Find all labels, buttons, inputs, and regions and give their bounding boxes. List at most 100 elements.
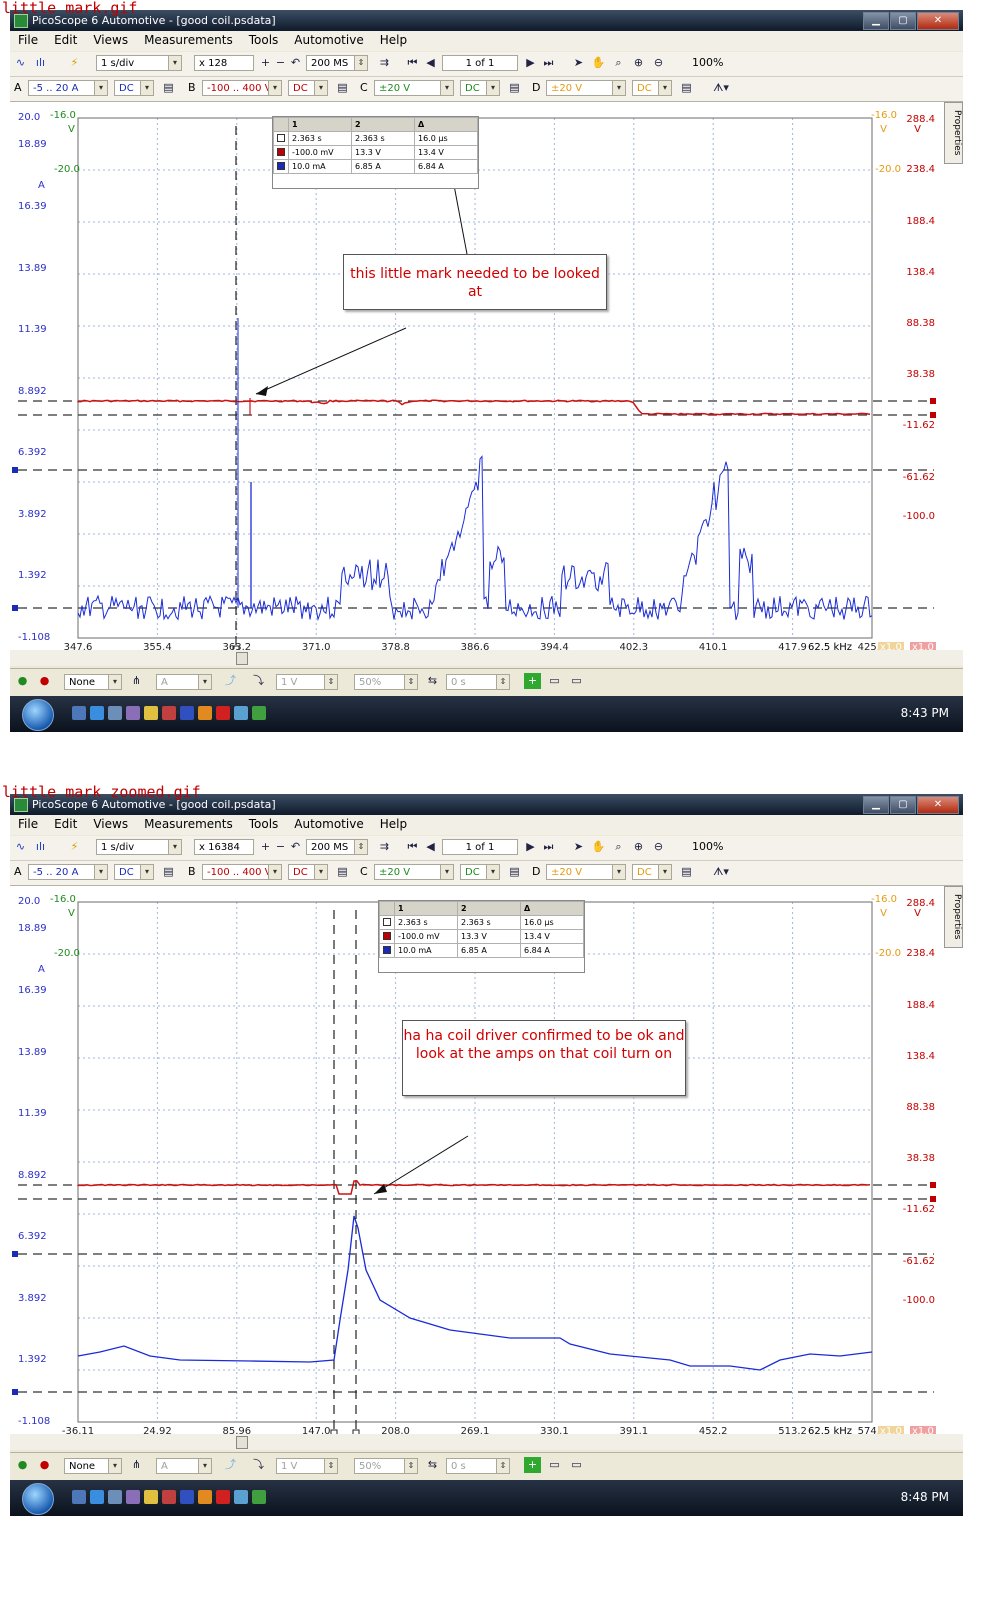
channel-d-options-icon[interactable]: ▤ [678, 864, 695, 880]
stop-icon[interactable]: ● [36, 1457, 53, 1473]
spectrum-mode-icon[interactable]: ılı [32, 55, 49, 71]
undo-zoom-icon[interactable]: ↶ [287, 55, 304, 71]
ie-icon[interactable] [90, 1490, 104, 1504]
zoom-in-icon[interactable]: ⊕ [630, 839, 647, 855]
maximize-button[interactable]: ▢ [890, 12, 916, 30]
start-icon[interactable]: ● [14, 1457, 31, 1473]
channel-a-coupling[interactable]: DC ▾ [114, 80, 154, 96]
zoom-out-icon[interactable]: ⊖ [650, 55, 667, 71]
menu-views[interactable]: Views [85, 815, 136, 835]
channel-b-options-icon[interactable]: ▤ [334, 864, 351, 880]
smiley-icon[interactable] [144, 706, 158, 720]
stop-icon[interactable]: ● [36, 673, 53, 689]
explorer-icon[interactable] [108, 706, 122, 720]
picoscope-icon[interactable] [252, 1490, 266, 1504]
channel-c-options-icon[interactable]: ▤ [506, 80, 523, 96]
scroll-thumb[interactable] [236, 1436, 248, 1449]
channel-a-coupling[interactable]: DC ▾ [114, 864, 154, 880]
trigger-mode-select[interactable]: None ▾ [64, 674, 122, 690]
scope-mode-icon[interactable]: ∿ [12, 55, 29, 71]
channel-c-range[interactable]: ±20 V ▾ [374, 864, 454, 880]
channel-c-range[interactable]: ±20 V ▾ [374, 80, 454, 96]
close-button[interactable]: ✕ [917, 12, 959, 30]
smiley-icon[interactable] [144, 1490, 158, 1504]
start-button[interactable] [22, 1483, 54, 1515]
trigger-level-field[interactable]: 1 V ⇕ [276, 1458, 338, 1474]
buffer-field[interactable]: 1 of 1 [442, 839, 518, 855]
math-channels-icon[interactable]: ᗑ▾ [706, 864, 736, 880]
media-icon[interactable] [126, 706, 140, 720]
menu-file[interactable]: File [10, 815, 46, 835]
app-icon[interactable] [162, 1490, 176, 1504]
channel-d-coupling[interactable]: DC ▾ [632, 80, 672, 96]
rising-edge-icon[interactable]: ⤴ [222, 673, 239, 689]
delay-icon[interactable]: ⇆ [424, 1457, 441, 1473]
menu-edit[interactable]: Edit [46, 815, 85, 835]
last-buffer-icon[interactable]: ⏭ [540, 55, 557, 71]
menu-help[interactable]: Help [372, 31, 415, 51]
undo-zoom-icon[interactable]: ↶ [287, 839, 304, 855]
channel-c-coupling[interactable]: DC ▾ [460, 864, 500, 880]
trigger-level-field[interactable]: 1 V ⇕ [276, 674, 338, 690]
notes-icon[interactable]: ▭ [546, 673, 563, 689]
properties-tab[interactable]: Properties [944, 886, 963, 948]
system-clock[interactable]: 8:43 PM [901, 706, 949, 720]
menu-file[interactable]: File [10, 31, 46, 51]
channel-c-options-icon[interactable]: ▤ [506, 864, 523, 880]
properties-tab[interactable]: Properties [944, 102, 963, 164]
samples-field[interactable]: 200 MS ⇕ [306, 55, 368, 71]
app-icon[interactable] [216, 1490, 230, 1504]
scope-mode-icon[interactable]: ∿ [12, 839, 29, 855]
close-button[interactable]: ✕ [917, 796, 959, 814]
app-icon[interactable] [198, 706, 212, 720]
start-button[interactable] [22, 699, 54, 731]
falling-edge-icon[interactable]: ⤵ [250, 673, 267, 689]
app-icon[interactable] [234, 706, 248, 720]
spectrum-mode-icon[interactable]: ılı [32, 839, 49, 855]
picoscope-icon[interactable] [252, 706, 266, 720]
menu-automotive[interactable]: Automotive [286, 815, 371, 835]
trigger-mode-select[interactable]: None ▾ [64, 1458, 122, 1474]
math-channels-icon[interactable]: ᗑ▾ [706, 80, 736, 96]
falling-edge-icon[interactable]: ⤵ [250, 1457, 267, 1473]
app-icon[interactable] [198, 1490, 212, 1504]
menu-tools[interactable]: Tools [241, 815, 287, 835]
menu-edit[interactable]: Edit [46, 31, 85, 51]
timebase-select[interactable]: 1 s/div ▾ [96, 839, 182, 855]
scope-plot[interactable] [10, 102, 963, 665]
channel-b-range[interactable]: -100 .. 400 V ▾ [202, 80, 282, 96]
zoom-percent[interactable]: 100% [692, 56, 723, 69]
post-trigger-delay-field[interactable]: 0 s ⇕ [446, 1458, 510, 1474]
menu-measurements[interactable]: Measurements [136, 31, 241, 51]
timebase-select[interactable]: 1 s/div ▾ [96, 55, 182, 71]
last-buffer-icon[interactable]: ⏭ [540, 839, 557, 855]
trigger-channel-select[interactable]: A ▾ [156, 674, 212, 690]
menu-tools[interactable]: Tools [241, 31, 287, 51]
minimize-button[interactable]: ▁ [863, 12, 889, 30]
hand-tool-icon[interactable]: ✋ [590, 839, 607, 855]
app-icon[interactable] [180, 1490, 194, 1504]
channel-b-options-icon[interactable]: ▤ [334, 80, 351, 96]
explorer-icon[interactable] [108, 1490, 122, 1504]
zoom-out-icon[interactable]: ⊖ [650, 839, 667, 855]
channel-c-coupling[interactable]: DC ▾ [460, 80, 500, 96]
auto-setup-icon[interactable]: ⚡ [66, 55, 83, 71]
app-icon[interactable] [234, 1490, 248, 1504]
next-buffer-icon[interactable]: ▶ [522, 55, 539, 71]
delay-icon[interactable]: ⇆ [424, 673, 441, 689]
menu-automotive[interactable]: Automotive [286, 31, 371, 51]
zoom-percent[interactable]: 100% [692, 840, 723, 853]
zoom-factor-field[interactable]: x 128 [194, 55, 254, 71]
channel-a-options-icon[interactable]: ▤ [160, 80, 177, 96]
channel-options-icon[interactable]: ⇉ [376, 55, 393, 71]
menu-views[interactable]: Views [85, 31, 136, 51]
channel-labels-icon[interactable]: ▭ [568, 1457, 585, 1473]
channel-b-range[interactable]: -100 .. 400 V ▾ [202, 864, 282, 880]
samples-field[interactable]: 200 MS ⇕ [306, 839, 368, 855]
measurements-table[interactable]: 1 2 Δ 2.363 s 2.363 s 16.0 µs -100.0 mV 13.3 V1… [272, 116, 479, 189]
channel-b-coupling[interactable]: DC ▾ [288, 80, 328, 96]
zoom-tool-icon[interactable]: ⌕ [610, 55, 627, 71]
pre-trigger-field[interactable]: 50% ⇕ [354, 674, 418, 690]
zoom-in-icon[interactable]: ⊕ [630, 55, 647, 71]
pointer-tool-icon[interactable]: ➤ [570, 55, 587, 71]
